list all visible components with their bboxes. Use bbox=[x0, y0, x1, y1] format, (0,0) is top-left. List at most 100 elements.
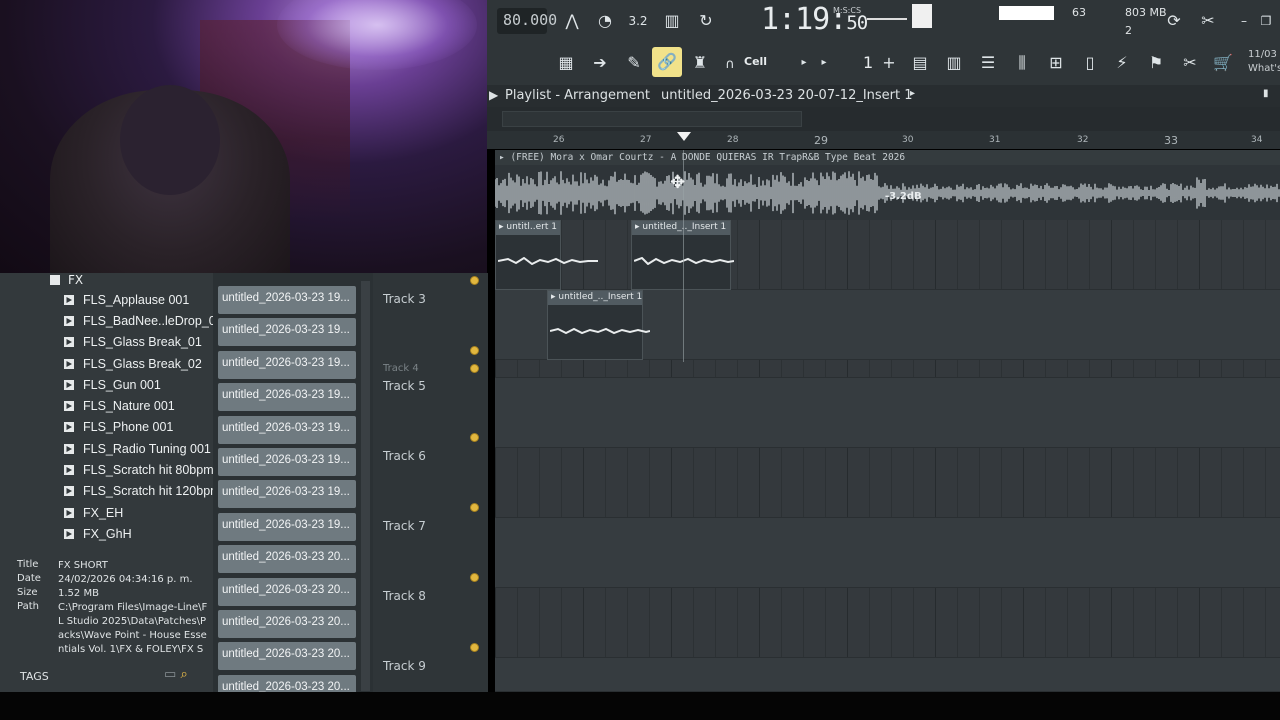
track-name[interactable]: Track 8 bbox=[383, 589, 426, 603]
browser-panel: FX FLS_Applause 001 FLS_BadNee..leDrop_0… bbox=[0, 273, 223, 692]
browser-item[interactable]: FLS_Phone 001 bbox=[64, 420, 173, 434]
search-icon[interactable]: ⌕ bbox=[180, 667, 187, 682]
browser-item[interactable]: FLS_Glass Break_01 bbox=[64, 335, 202, 349]
playlist-lane[interactable] bbox=[495, 220, 1280, 290]
playlist-pattern-selector[interactable]: untitled_2026-03-23 20-07-12_Insert 1 bbox=[661, 88, 913, 103]
link-icon[interactable]: 🔗 bbox=[654, 49, 680, 75]
channel-item[interactable]: untitled_2026-03-23 20... bbox=[218, 577, 356, 606]
pattern-clip[interactable]: ▸ untitled_.._Insert 1 bbox=[631, 220, 734, 290]
playlist-lane[interactable] bbox=[495, 588, 1280, 658]
wait-input-icon[interactable]: ◔ bbox=[592, 8, 618, 34]
playlist-icon[interactable]: ▤ bbox=[907, 50, 933, 76]
pattern-prev-icon[interactable]: ▸ bbox=[811, 50, 837, 76]
browser-item[interactable]: FX_EH bbox=[64, 506, 123, 520]
playlist-lane[interactable] bbox=[495, 448, 1280, 518]
maximize-icon[interactable]: ❐ bbox=[1253, 8, 1279, 34]
channel-scrollbar[interactable] bbox=[361, 281, 370, 691]
browser-tree-icon[interactable]: ⊞ bbox=[1043, 50, 1069, 76]
browser-item[interactable]: FLS_Glass Break_02 bbox=[64, 357, 202, 371]
playlist-arrow-icon[interactable]: ▶ bbox=[489, 88, 498, 102]
arrow-right-icon[interactable]: ➔ bbox=[587, 50, 613, 76]
playlist-overview-scrollbar[interactable] bbox=[487, 107, 1280, 131]
tool-icon[interactable]: ✂ bbox=[1177, 50, 1203, 76]
track-mute-led[interactable] bbox=[470, 503, 479, 512]
pattern-number[interactable]: 1 bbox=[863, 53, 873, 72]
track-mute-led[interactable] bbox=[470, 346, 479, 355]
tempo-display[interactable]: 80.000 bbox=[497, 8, 557, 34]
playlist-menu-icon[interactable]: ▮ bbox=[1263, 88, 1269, 99]
channel-item[interactable]: untitled_2026-03-23 20... bbox=[218, 545, 356, 574]
channel-item[interactable]: untitled_2026-03-23 19... bbox=[218, 350, 356, 379]
track-name[interactable]: Track 7 bbox=[383, 519, 426, 533]
timeline-ruler[interactable]: 26 27 28 29 30 31 32 33 34 bbox=[487, 131, 1280, 149]
info-key: Size bbox=[17, 587, 38, 598]
browser-item[interactable]: FLS_Nature 001 bbox=[64, 399, 175, 413]
track-name[interactable]: Track 4 bbox=[383, 363, 419, 374]
shop-cart-icon[interactable]: 🛒 bbox=[1210, 50, 1236, 76]
bar-number: 30 bbox=[902, 135, 914, 145]
loop-record-icon[interactable]: ↻ bbox=[693, 8, 719, 34]
track-name[interactable]: Track 5 bbox=[383, 379, 426, 393]
tools-icon[interactable]: ✂ bbox=[1195, 8, 1221, 34]
bar-number: 31 bbox=[989, 135, 1001, 145]
countdown-icon[interactable]: 3.2 bbox=[625, 8, 651, 34]
pattern-add-button[interactable]: + bbox=[876, 50, 902, 76]
channel-item[interactable]: untitled_2026-03-23 19... bbox=[218, 415, 356, 444]
channel-item[interactable]: untitled_2026-03-23 20... bbox=[218, 642, 356, 671]
playlist-lane[interactable] bbox=[495, 378, 1280, 448]
news-panel[interactable]: 11/03 What's bbox=[1248, 48, 1280, 76]
track-mute-led[interactable] bbox=[470, 573, 479, 582]
channel-item[interactable]: untitled_2026-03-23 20... bbox=[218, 610, 356, 638]
document-icon[interactable]: ▯ bbox=[1077, 50, 1103, 76]
audio-clip[interactable]: ▸ (FREE) Mora x Omar Courtz - A DONDE QU… bbox=[495, 150, 1280, 220]
pencil-icon[interactable]: ✎ bbox=[621, 50, 647, 76]
mixer-icon[interactable]: ⫼ bbox=[1009, 50, 1035, 76]
track-mute-led[interactable] bbox=[470, 643, 479, 652]
pattern-clip[interactable]: ▸ untitled_.._Insert 1 bbox=[547, 290, 650, 360]
piano-icon[interactable]: ▦ bbox=[553, 50, 579, 76]
browser-item[interactable]: FLS_Scratch hit 120bpm bbox=[64, 484, 221, 498]
playlist-header: ▶ Playlist - Arrangement untitled_2026-0… bbox=[487, 85, 1280, 107]
track-name[interactable]: Track 3 bbox=[383, 292, 426, 306]
channel-item[interactable]: untitled_2026-03-23 19... bbox=[218, 512, 356, 541]
browser-item[interactable]: FLS_Gun 001 bbox=[64, 378, 161, 392]
refresh-icon[interactable]: ⟳ bbox=[1161, 8, 1187, 34]
piano-roll-icon[interactable]: ☰ bbox=[975, 50, 1001, 76]
pattern-dropdown-icon[interactable]: ▸ bbox=[910, 88, 915, 99]
step-edit-icon[interactable]: ▥ bbox=[659, 8, 685, 34]
channel-item[interactable]: untitled_2026-03-23 19... bbox=[218, 480, 356, 509]
stamp-icon[interactable]: ♜ bbox=[687, 50, 713, 76]
track-mute-led[interactable] bbox=[470, 276, 479, 285]
playlist-lane[interactable] bbox=[495, 360, 1280, 378]
plugin-icon[interactable]: ⚡ bbox=[1109, 50, 1135, 76]
channel-rack-icon[interactable]: ▥ bbox=[941, 50, 967, 76]
track-headers: Track 3 Track 4 Track 5 Track 6 Track 7 … bbox=[373, 273, 488, 692]
browser-item[interactable]: FLS_Scratch hit 80bpm bbox=[64, 463, 214, 477]
channel-item[interactable]: untitled_2026-03-23 19... bbox=[218, 448, 356, 476]
track-name[interactable]: Track 6 bbox=[383, 449, 426, 463]
track-mute-led[interactable] bbox=[470, 433, 479, 442]
magnet-icon[interactable]: ∩ bbox=[717, 52, 743, 78]
channel-item[interactable]: untitled_2026-03-23 19... bbox=[218, 286, 356, 314]
browser-item[interactable]: FX_GhH bbox=[64, 527, 132, 541]
overview-window[interactable] bbox=[502, 111, 802, 127]
bar-number: 28 bbox=[727, 135, 739, 145]
folder-icon[interactable]: ▭ bbox=[164, 667, 176, 682]
browser-folder-fx[interactable]: FX bbox=[50, 273, 83, 287]
playlist-lane[interactable] bbox=[495, 658, 1280, 692]
playlist-lane[interactable] bbox=[495, 518, 1280, 588]
playlist-grid[interactable]: ▸ untitl..ert 1 ▸ untitled_.._Insert 1 ▸… bbox=[495, 220, 1280, 692]
playhead-marker[interactable] bbox=[677, 132, 691, 141]
metronome-icon[interactable]: ⋀ bbox=[559, 8, 585, 34]
browser-item[interactable]: FLS_Applause 001 bbox=[64, 293, 189, 307]
channel-item[interactable]: untitled_2026-03-23 19... bbox=[218, 383, 356, 412]
track-name[interactable]: Track 9 bbox=[383, 659, 426, 673]
browser-item[interactable]: FLS_BadNee..leDrop_02 bbox=[64, 314, 223, 328]
browser-item[interactable]: FLS_Radio Tuning 001 bbox=[64, 442, 211, 456]
tags-label[interactable]: TAGS bbox=[20, 670, 49, 683]
track-mute-led[interactable] bbox=[470, 364, 479, 373]
snap-selector[interactable]: Cell bbox=[744, 55, 767, 68]
cpu-tool-icon[interactable]: ⚑ bbox=[1143, 50, 1169, 76]
channel-item[interactable]: untitled_2026-03-23 19... bbox=[218, 318, 356, 347]
pattern-clip[interactable]: ▸ untitl..ert 1 bbox=[495, 220, 598, 290]
